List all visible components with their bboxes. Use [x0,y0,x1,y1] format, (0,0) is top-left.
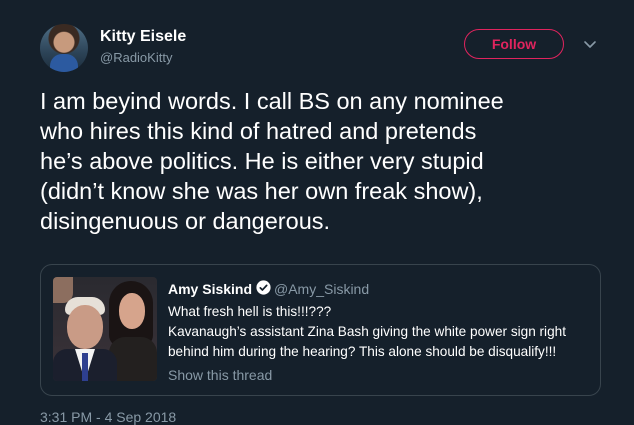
tweet-timestamp[interactable]: 3:31 PM - 4 Sep 2018 [40,409,176,425]
author-avatar[interactable] [40,24,88,72]
chevron-down-icon[interactable] [582,36,598,52]
author-name[interactable]: Kitty Eisele [100,28,186,46]
quoted-author-handle: @Amy_Siskind [274,281,370,297]
follow-button[interactable]: Follow [464,29,564,59]
quoted-tweet[interactable]: Amy Siskind @Amy_Siskind What fresh hell… [40,264,601,396]
tweet-text: I am beyind words. I call BS on any nomi… [40,88,504,234]
quoted-tweet-image[interactable] [53,277,157,381]
show-thread-link[interactable]: Show this thread [168,367,272,383]
quoted-author-name: Amy Siskind [168,281,253,297]
tweet-header: Kitty Eisele @RadioKitty Follow [40,24,620,74]
quoted-tweet-text: What fresh hell is this!!!??? Kavanaugh’… [168,304,566,359]
author-handle[interactable]: @RadioKitty [100,50,172,65]
verified-badge-icon [256,280,271,295]
